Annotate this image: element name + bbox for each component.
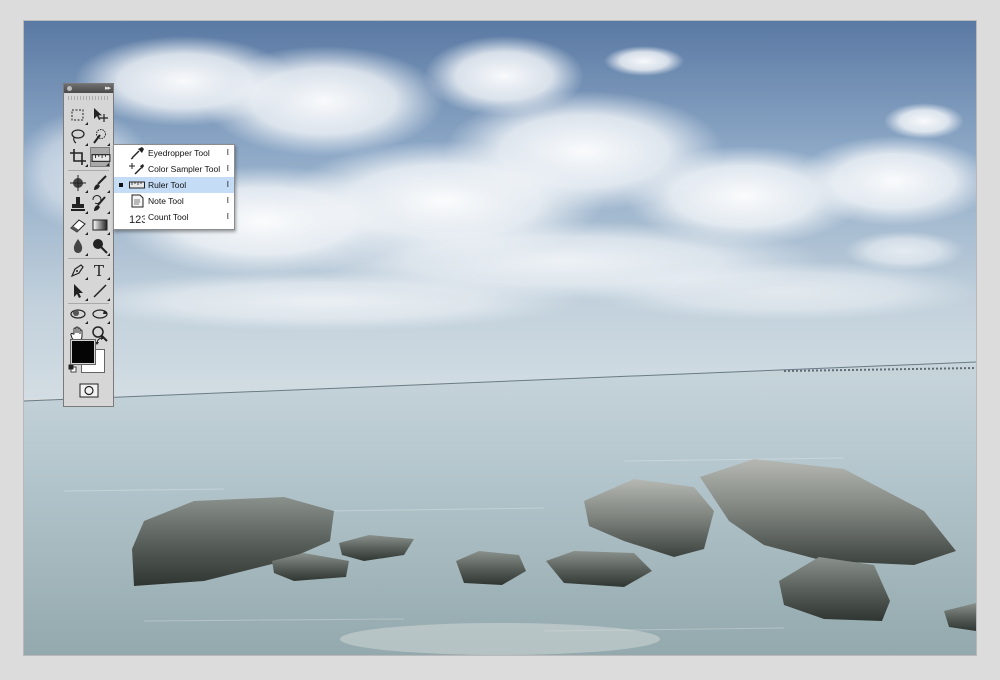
- rectangular-marquee-tool-button[interactable]: [68, 105, 88, 125]
- swap-colors-icon[interactable]: [95, 336, 105, 346]
- flyout-item-eyedropper-tool[interactable]: Eyedropper Tool I: [114, 145, 234, 161]
- seascape-photo: [24, 21, 976, 655]
- crop-tool-button[interactable]: [68, 147, 88, 167]
- eyedropper-tools-flyout-menu[interactable]: Eyedropper Tool I Color Sampler Tool I R…: [113, 144, 235, 230]
- flyout-item-label: Count Tool: [148, 212, 189, 222]
- default-colors-icon[interactable]: [68, 364, 77, 373]
- 3d-rotate-tool-button[interactable]: [68, 304, 88, 324]
- flyout-item-note-tool[interactable]: Note Tool I: [114, 193, 234, 209]
- flyout-item-label: Note Tool: [148, 196, 184, 206]
- note-icon: [131, 194, 144, 208]
- shortcut-key: I: [226, 180, 229, 189]
- clone-stamp-tool-button[interactable]: [68, 194, 88, 214]
- move-tool-icon: [94, 108, 108, 122]
- svg-text:123: 123: [129, 214, 145, 224]
- spot-healing-brush-tool-button[interactable]: [68, 173, 88, 193]
- close-icon[interactable]: [67, 86, 72, 91]
- flyout-item-color-sampler-tool[interactable]: Color Sampler Tool I: [114, 161, 234, 177]
- path-selection-tool-button[interactable]: [68, 281, 88, 301]
- document-canvas[interactable]: [24, 21, 976, 655]
- pen-tool-button[interactable]: [68, 260, 88, 280]
- history-brush-tool-button[interactable]: [90, 194, 110, 214]
- quick-selection-tool-button[interactable]: [90, 126, 110, 146]
- shortcut-key: I: [226, 148, 229, 157]
- 3d-orbit-tool-button[interactable]: [90, 304, 110, 324]
- brush-tool-button[interactable]: [90, 173, 110, 193]
- dodge-tool-button[interactable]: [90, 236, 110, 256]
- shortcut-key: I: [226, 164, 229, 173]
- tools-panel[interactable]: ▸▸ T: [63, 83, 114, 407]
- color-sampler-icon: [129, 163, 144, 175]
- count-icon: 123: [129, 214, 145, 224]
- flyout-item-label: Color Sampler Tool: [148, 164, 221, 174]
- ruler-tool-button[interactable]: [90, 147, 111, 167]
- eraser-tool-button[interactable]: [68, 215, 88, 235]
- foreground-color-swatch[interactable]: [70, 339, 96, 365]
- move-tool-button[interactable]: [90, 105, 110, 125]
- flyout-item-label: Eyedropper Tool: [148, 148, 210, 158]
- shortcut-key: I: [226, 196, 229, 205]
- blur-tool-button[interactable]: [68, 236, 88, 256]
- flyout-item-label: Ruler Tool: [148, 180, 187, 190]
- shortcut-key: I: [226, 212, 229, 221]
- lasso-tool-button[interactable]: [68, 126, 88, 146]
- eyedropper-icon: [130, 147, 144, 160]
- svg-text:T: T: [94, 262, 104, 280]
- flyout-item-count-tool[interactable]: 123 Count Tool I: [114, 209, 234, 225]
- selected-bullet-icon: [119, 183, 123, 187]
- gradient-tool-button[interactable]: [90, 215, 110, 235]
- ruler-icon: [129, 181, 145, 189]
- line-tool-button[interactable]: [90, 281, 110, 301]
- panel-grip[interactable]: [68, 96, 109, 100]
- type-tool-button[interactable]: T: [90, 260, 110, 280]
- collapse-panel-icon[interactable]: ▸▸: [105, 84, 111, 93]
- quick-mask-icon[interactable]: [79, 383, 99, 398]
- tools-panel-titlebar[interactable]: ▸▸: [64, 84, 113, 93]
- flyout-item-ruler-tool[interactable]: Ruler Tool I: [114, 177, 234, 193]
